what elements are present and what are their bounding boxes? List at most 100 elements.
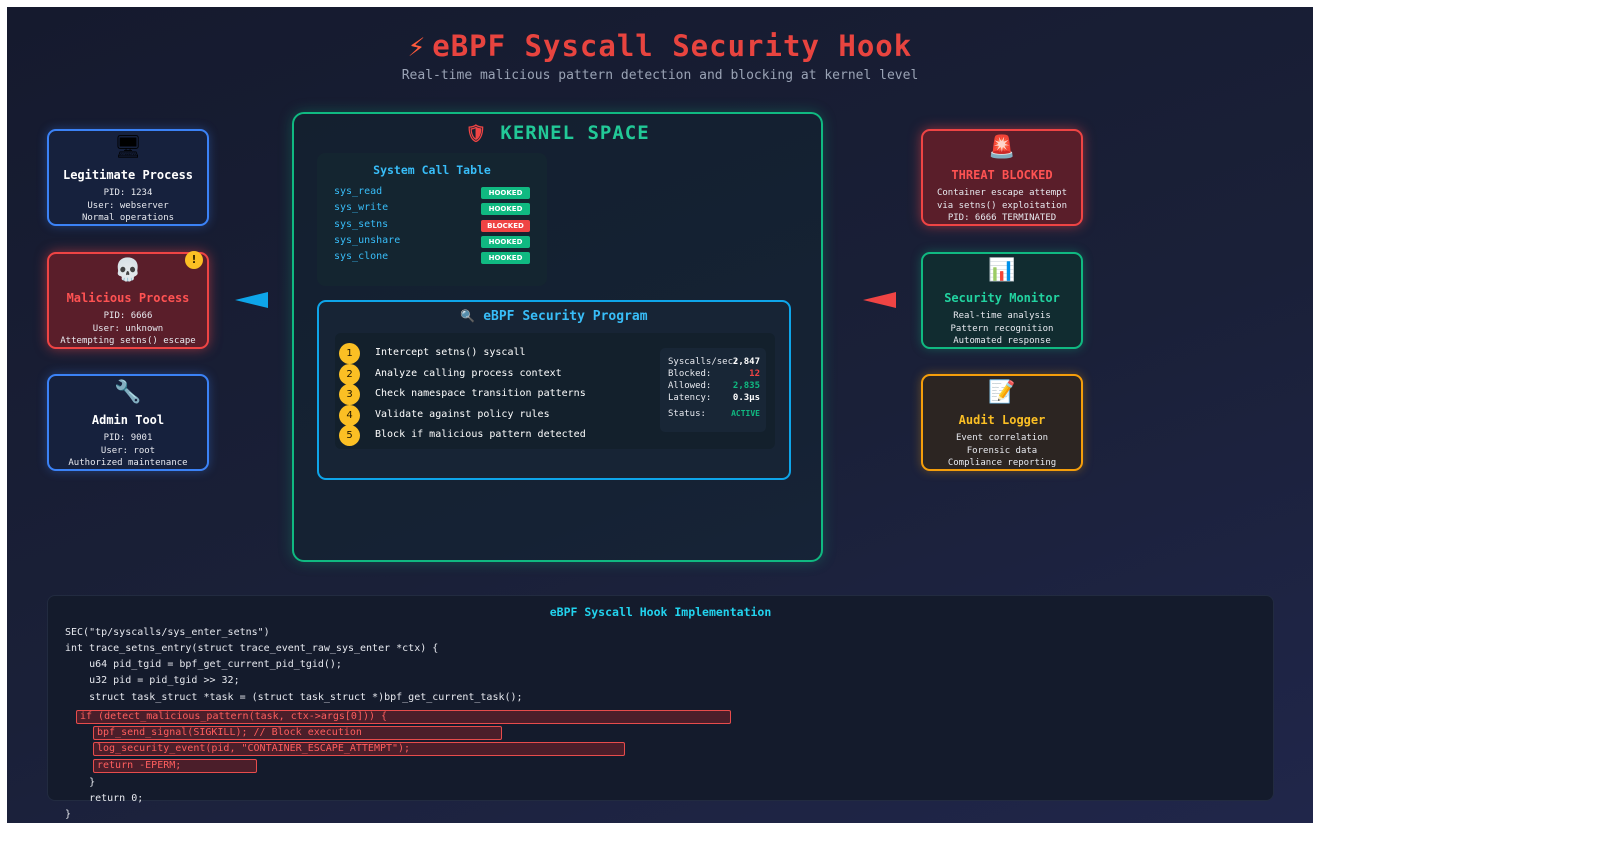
stat-label: Allowed: xyxy=(668,381,712,391)
skull-icon: 💀 xyxy=(114,258,142,283)
card-line: User: unknown xyxy=(92,323,164,334)
right-arrow xyxy=(863,292,896,308)
stat-value: 2,847 xyxy=(732,357,760,367)
stat-row: Allowed: 2,835 xyxy=(668,381,760,391)
card-line: via setns() exploitation xyxy=(936,200,1068,211)
wrench-icon: 🔧 xyxy=(114,380,142,405)
card-line: PID: 6666 xyxy=(103,311,153,321)
page-title: ⚡ eBPF Syscall Security Hook xyxy=(407,29,913,63)
stat-value: 0.3μs xyxy=(732,393,760,403)
syscall-row: sys_write HOOKED xyxy=(334,202,530,216)
syscall-row: sys_setns BLOCKED xyxy=(334,219,530,233)
card-title: Legitimate Process xyxy=(62,168,194,182)
status-badge: HOOKED xyxy=(481,203,530,215)
stat-value: 12 xyxy=(749,369,760,379)
syscall-table-title: System Call Table xyxy=(373,163,491,177)
audit-logger-card: 📝 Audit Logger Event correlation Forensi… xyxy=(921,374,1083,471)
admin-tool-card: 🔧 Admin Tool PID: 9001 User: root Author… xyxy=(47,374,209,471)
lightning-icon: ⚡ xyxy=(407,29,427,63)
ebpf-program-title: 🔍 eBPF Security Program xyxy=(460,309,648,324)
card-line: Automated response xyxy=(953,336,1051,346)
code-line: } xyxy=(65,809,72,820)
syscall-table: System Call Table sys_read HOOKED sys_wr… xyxy=(317,153,547,286)
stat-row: Latency: 0.3μs xyxy=(668,393,760,403)
stat-value: 2,835 xyxy=(732,381,760,391)
bar-chart-icon: 📊 xyxy=(988,258,1016,283)
card-line: User: root xyxy=(100,445,156,456)
threat-blocked-card: 🚨 THREAT BLOCKED Container escape attemp… xyxy=(921,129,1083,226)
syscall-row: sys_read HOOKED xyxy=(334,186,530,200)
syscall-name: sys_read xyxy=(334,186,383,197)
code-line: u32 pid = pid_tgid >> 32; xyxy=(65,675,240,686)
code-panel: eBPF Syscall Hook Implementation SEC("tp… xyxy=(47,595,1274,820)
shield-icon: 🛡 xyxy=(465,124,488,144)
status-badge: HOOKED xyxy=(481,187,530,199)
step-number: 1 xyxy=(339,343,360,364)
malicious-process-card: ! 💀 Malicious Process PID: 6666 User: un… xyxy=(47,251,209,349)
magnifier-icon: 🔍 xyxy=(460,309,476,323)
card-line: Forensic data xyxy=(966,445,1038,456)
step-number: 4 xyxy=(339,405,360,426)
warning-badge: ! xyxy=(185,251,203,269)
card-line: Authorized maintenance xyxy=(68,458,188,468)
memo-icon: 📝 xyxy=(988,380,1016,405)
stat-row: Blocked: 12 xyxy=(668,369,760,379)
card-line: Container escape attempt xyxy=(936,188,1068,198)
legitimate-process-card: 🖥 Legitimate Process PID: 1234 User: web… xyxy=(47,129,209,226)
status-badge: BLOCKED xyxy=(481,220,530,232)
stat-label: Blocked: xyxy=(668,369,712,379)
highlighted-code-line: log_security_event(pid, "CONTAINER_ESCAP… xyxy=(93,742,625,756)
stat-row: Status: ACTIVE xyxy=(668,409,760,419)
syscall-name: sys_setns xyxy=(334,219,389,230)
kernel-space-panel: 🛡 KERNEL SPACE System Call Table sys_rea… xyxy=(292,112,823,562)
status-badge: HOOKED xyxy=(481,236,530,248)
syscall-name: sys_unshare xyxy=(334,235,401,246)
syscall-name: sys_write xyxy=(334,202,389,213)
stat-label: Status: xyxy=(668,409,706,419)
step-text: Intercept setns() syscall xyxy=(375,347,526,358)
card-line: Event correlation xyxy=(955,433,1049,443)
syscall-row: sys_clone HOOKED xyxy=(334,251,530,265)
code-line: } xyxy=(65,777,96,788)
page-subtitle: Real-time malicious pattern detection an… xyxy=(401,68,919,83)
card-line: Real-time analysis xyxy=(953,311,1051,321)
stat-row: Syscalls/sec: 2,847 xyxy=(668,357,760,367)
diagram-canvas: ⚡ eBPF Syscall Security Hook Real-time ma… xyxy=(7,7,1313,823)
step-number: 2 xyxy=(339,364,360,385)
syscall-row: sys_unshare HOOKED xyxy=(334,235,530,249)
highlighted-code-line: return -EPERM; xyxy=(93,759,257,773)
highlighted-code-line: if (detect_malicious_pattern(task, ctx->… xyxy=(76,710,731,724)
stat-label: Syscalls/sec: xyxy=(668,357,739,367)
status-value: ACTIVE xyxy=(731,409,760,418)
program-steps: 1 Intercept setns() syscall 2 Analyze ca… xyxy=(335,333,775,449)
step-number: 3 xyxy=(339,384,360,405)
kernel-space-title: 🛡 KERNEL SPACE xyxy=(465,122,650,144)
card-line: PID: 9001 xyxy=(103,433,153,443)
card-line: Attempting setns() escape xyxy=(60,336,196,346)
code-line: return 0; xyxy=(65,793,144,804)
card-title: THREAT BLOCKED xyxy=(951,168,1053,182)
step-text: Block if malicious pattern detected xyxy=(375,429,586,440)
card-line: PID: 6666 TERMINATED xyxy=(947,213,1057,223)
code-line: SEC("tp/syscalls/sys_enter_setns") xyxy=(65,627,270,638)
siren-icon: 🚨 xyxy=(988,135,1016,160)
card-title: Admin Tool xyxy=(91,413,165,427)
card-line: PID: 1234 xyxy=(103,188,153,198)
highlighted-code-line: bpf_send_signal(SIGKILL); // Block execu… xyxy=(93,726,502,740)
card-title: Audit Logger xyxy=(958,413,1046,427)
card-title: Malicious Process xyxy=(66,291,190,305)
code-line: int trace_setns_entry(struct trace_event… xyxy=(65,643,439,654)
code-line: u64 pid_tgid = bpf_get_current_pid_tgid(… xyxy=(65,659,342,670)
step-number: 5 xyxy=(339,425,360,446)
code-line: struct task_struct *task = (struct task_… xyxy=(65,692,523,703)
stat-label: Latency: xyxy=(668,393,712,403)
step-text: Analyze calling process context xyxy=(375,368,562,379)
status-badge: HOOKED xyxy=(481,252,530,264)
step-text: Validate against policy rules xyxy=(375,409,550,420)
ebpf-program-panel: 🔍 eBPF Security Program 1 Intercept setn… xyxy=(317,300,791,480)
card-title: Security Monitor xyxy=(944,291,1060,305)
code-panel-title: eBPF Syscall Hook Implementation xyxy=(549,605,772,619)
card-line: Normal operations xyxy=(81,213,175,223)
left-arrow xyxy=(235,292,268,308)
card-line: Pattern recognition xyxy=(950,323,1054,334)
